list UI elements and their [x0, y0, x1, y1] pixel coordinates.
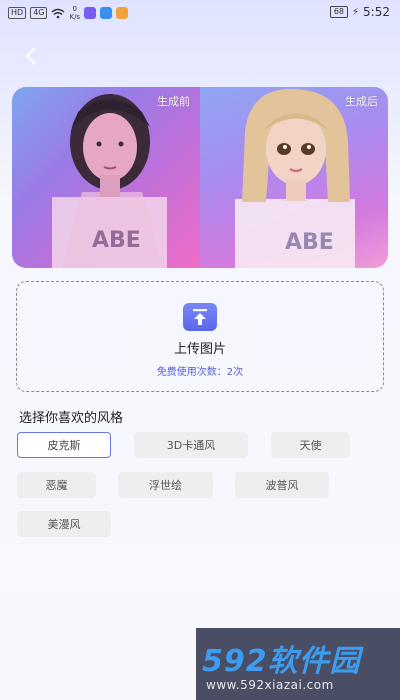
after-label: 生成后	[345, 95, 378, 108]
charging-icon: ⚡	[352, 6, 360, 18]
style-option-pop-art[interactable]: 波普风	[235, 472, 329, 498]
network-speed: 0 K/s	[69, 5, 81, 21]
clock: 5:52	[363, 5, 390, 19]
free-usage-count: 免费使用次数：2次	[156, 367, 244, 378]
real-portrait-image: ABE	[52, 94, 167, 268]
style-option-pixar[interactable]: 皮克斯	[17, 432, 111, 458]
chevron-left-icon	[26, 47, 36, 65]
before-shirt-text: ABE	[92, 228, 141, 253]
hd-badge: HD	[8, 7, 27, 19]
style-option-angel[interactable]: 天使	[271, 432, 350, 458]
wifi-icon	[52, 8, 65, 18]
before-label: 生成前	[157, 95, 190, 108]
4g-badge: 4G	[30, 7, 48, 19]
pixar-style-portrait-image: ABE	[235, 88, 355, 268]
status-bar: HD 4G 0 K/s 68 ⚡ 5:52	[0, 0, 400, 26]
battery-indicator: 68	[329, 6, 349, 18]
style-option-demon[interactable]: 恶魔	[17, 472, 96, 498]
before-photo: ABE 生成前	[12, 87, 200, 268]
after-shirt-text: ABE	[285, 230, 334, 255]
before-after-comparison: ABE 生成前 ABE 生成后	[12, 87, 388, 268]
app-notification-icon	[84, 7, 97, 19]
style-section-title: 选择你喜欢的风格	[19, 411, 124, 426]
after-photo: ABE 生成后	[200, 87, 388, 268]
weibo-icon	[116, 7, 129, 19]
upload-icon	[183, 303, 217, 331]
style-option-3d-cartoon[interactable]: 3D卡通风	[134, 432, 248, 458]
back-button[interactable]	[20, 44, 44, 68]
style-option-american-comic[interactable]: 美漫风	[17, 511, 111, 537]
watermark-url: www.592xiazai.com	[206, 678, 334, 692]
shield-icon	[100, 7, 113, 19]
style-option-ukiyoe[interactable]: 浮世绘	[118, 472, 213, 498]
upload-title: 上传图片	[173, 342, 226, 357]
upload-image-area[interactable]: 上传图片 免费使用次数：2次	[16, 281, 384, 392]
watermark-logo: 592软件园	[202, 644, 361, 679]
watermark: 592软件园 www.592xiazai.com	[196, 628, 400, 700]
